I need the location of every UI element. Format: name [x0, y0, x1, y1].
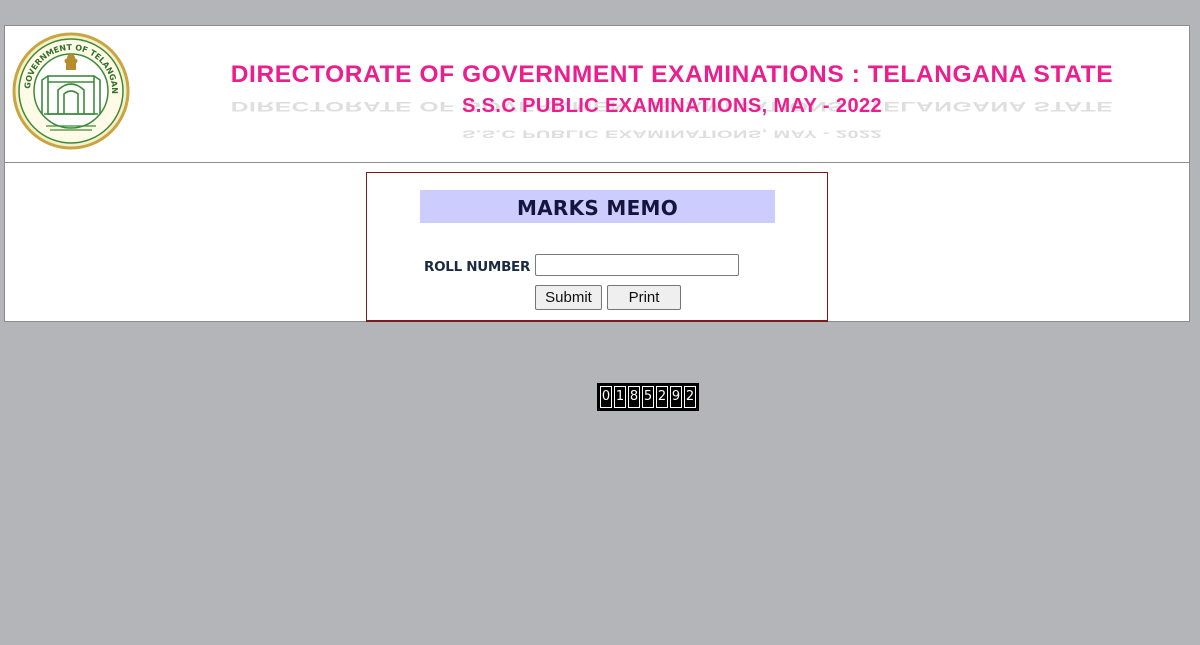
- counter-digit: 1: [614, 386, 626, 408]
- marks-memo-form: MARKS MEMO ROLL NUMBER Submit Print: [366, 172, 828, 322]
- counter-digit: 0: [600, 386, 612, 408]
- page-frame: GOVERNMENT OF TELANGANA: [4, 25, 1190, 322]
- page-subtitle-reflection: S.S.C PUBLIC EXAMINATIONS, MAY - 2022: [461, 127, 883, 140]
- visitor-counter: 0185292: [597, 383, 699, 411]
- page-title: DIRECTORATE OF GOVERNMENT EXAMINATIONS :…: [155, 60, 1189, 114]
- roll-number-label: ROLL NUMBER: [424, 259, 531, 275]
- counter-digit: 2: [684, 386, 696, 408]
- page-header: GOVERNMENT OF TELANGANA: [5, 26, 1189, 163]
- submit-button[interactable]: Submit: [535, 285, 602, 310]
- telangana-emblem-icon: GOVERNMENT OF TELANGANA: [12, 30, 130, 150]
- page-subtitle-text: S.S.C PUBLIC EXAMINATIONS, MAY - 2022: [461, 95, 883, 117]
- marks-memo-heading: MARKS MEMO: [420, 190, 775, 223]
- counter-digit: 8: [628, 386, 640, 408]
- roll-number-input[interactable]: [535, 254, 739, 276]
- print-button[interactable]: Print: [607, 285, 681, 310]
- counter-digit: 5: [642, 386, 654, 408]
- counter-digit: 9: [670, 386, 682, 408]
- page-title-text: DIRECTORATE OF GOVERNMENT EXAMINATIONS :…: [230, 61, 1114, 88]
- counter-digit: 2: [656, 386, 668, 408]
- header-titles: DIRECTORATE OF GOVERNMENT EXAMINATIONS :…: [155, 60, 1189, 140]
